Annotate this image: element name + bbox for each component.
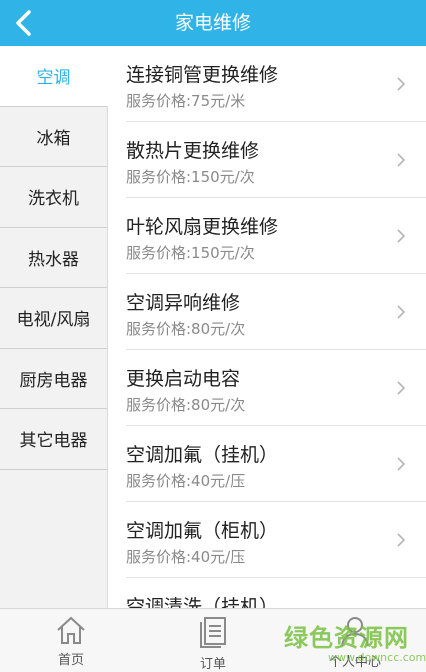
chevron-right-icon xyxy=(397,533,406,547)
sidebar-item-washer[interactable]: 洗衣机 xyxy=(0,167,107,228)
user-icon xyxy=(341,617,369,647)
category-sidebar: 空调 冰箱 洗衣机 热水器 电视/风扇 厨房电器 其它电器 xyxy=(0,46,108,608)
sidebar-item-label: 其它电器 xyxy=(19,431,88,452)
bottom-tab-bar: 首页 订单 个人中心 xyxy=(0,608,426,672)
sidebar-item-label: 电视/风扇 xyxy=(16,310,91,331)
page-title: 家电维修 xyxy=(174,12,251,34)
sidebar-item-label: 厨房电器 xyxy=(19,370,88,391)
sidebar-item-other[interactable]: 其它电器 xyxy=(0,409,107,470)
home-icon xyxy=(57,616,85,644)
sidebar-item-fridge[interactable]: 冰箱 xyxy=(0,107,107,167)
service-list[interactable]: 连接铜管更换维修 服务价格:75元/米 散热片更换维修 服务价格:150元/次 … xyxy=(108,46,426,608)
tab-orders[interactable]: 订单 xyxy=(163,609,263,672)
chevron-right-icon xyxy=(397,153,406,167)
service-name: 空调清洗（挂机） xyxy=(126,596,279,608)
service-name: 空调加氟（挂机） xyxy=(126,444,279,466)
sidebar-item-tv-fan[interactable]: 电视/风扇 xyxy=(0,288,107,349)
sidebar-item-label: 热水器 xyxy=(28,249,79,270)
service-name: 叶轮风扇更换维修 xyxy=(126,216,279,238)
list-item[interactable]: 空调加氟（挂机） 服务价格:40元/压 xyxy=(126,426,426,502)
list-item[interactable]: 空调异响维修 服务价格:80元/次 xyxy=(126,274,426,350)
list-item[interactable]: 空调清洗（挂机） xyxy=(126,578,426,608)
service-price: 服务价格:40元/压 xyxy=(126,548,246,566)
sidebar-item-label: 空调 xyxy=(36,68,71,89)
tab-label: 个人中心 xyxy=(328,655,381,670)
sidebar-item-kitchen[interactable]: 厨房电器 xyxy=(0,349,107,409)
service-name: 更换启动电容 xyxy=(126,368,241,390)
list-item[interactable]: 空调加氟（柜机） 服务价格:40元/压 xyxy=(126,502,426,578)
app-header: 家电维修 xyxy=(0,0,426,46)
list-item[interactable]: 散热片更换维修 服务价格:150元/次 xyxy=(126,122,426,198)
chevron-right-icon xyxy=(397,77,406,91)
service-name: 散热片更换维修 xyxy=(126,140,260,162)
chevron-right-icon xyxy=(397,305,406,319)
service-name: 空调加氟（柜机） xyxy=(126,520,279,542)
service-name: 空调异响维修 xyxy=(126,292,241,314)
service-price: 服务价格:75元/米 xyxy=(126,92,246,110)
tab-home[interactable]: 首页 xyxy=(21,609,121,672)
tab-profile[interactable]: 个人中心 xyxy=(305,609,405,672)
service-price: 服务价格:80元/次 xyxy=(126,320,246,338)
chevron-right-icon xyxy=(397,381,406,395)
tab-label: 订单 xyxy=(199,657,226,672)
service-price: 服务价格:80元/次 xyxy=(126,396,246,414)
tab-label: 首页 xyxy=(57,653,84,668)
service-price: 服务价格:40元/压 xyxy=(126,472,246,490)
sidebar-item-label: 洗衣机 xyxy=(28,189,79,210)
list-item[interactable]: 叶轮风扇更换维修 服务价格:150元/次 xyxy=(126,198,426,274)
service-name: 连接铜管更换维修 xyxy=(126,64,279,86)
chevron-right-icon xyxy=(397,457,406,471)
sidebar-item-label: 冰箱 xyxy=(36,128,71,149)
chevron-right-icon xyxy=(397,229,406,243)
service-price: 服务价格:150元/次 xyxy=(126,168,255,186)
list-item[interactable]: 更换启动电容 服务价格:80元/次 xyxy=(126,350,426,426)
service-price: 服务价格:150元/次 xyxy=(126,244,255,262)
order-icon xyxy=(200,617,226,648)
sidebar-item-air-conditioner[interactable]: 空调 xyxy=(0,46,108,107)
sidebar-item-water-heater[interactable]: 热水器 xyxy=(0,228,107,288)
list-item[interactable]: 连接铜管更换维修 服务价格:75元/米 xyxy=(126,46,426,122)
